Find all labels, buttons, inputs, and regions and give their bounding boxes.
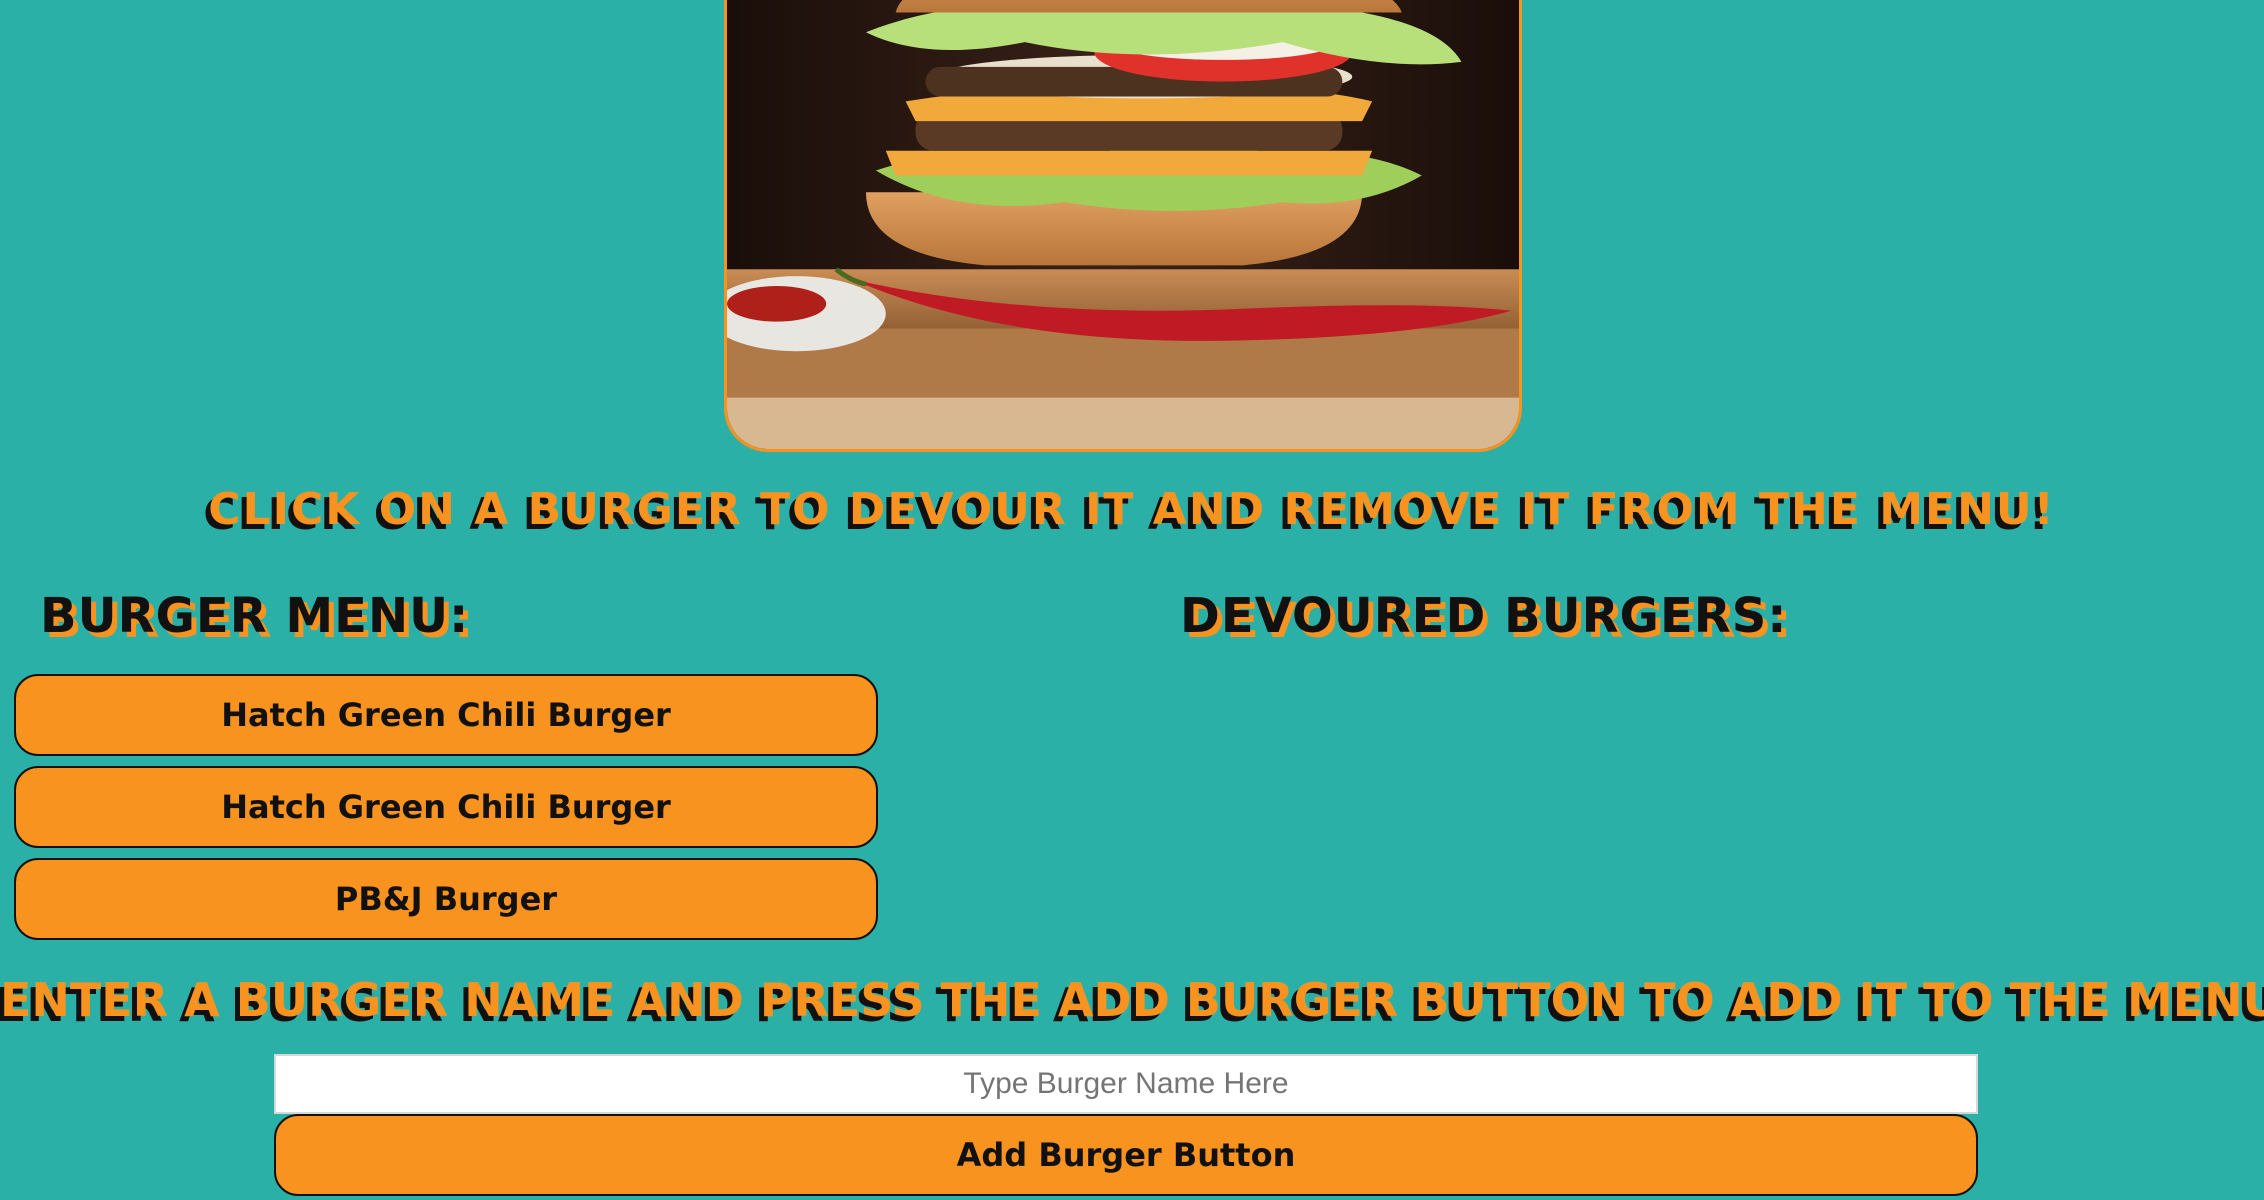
burger-hero-image bbox=[724, 0, 1522, 452]
burger-menu-heading: Burger Menu: bbox=[40, 588, 470, 644]
add-instructions: Enter a burger name and press the add bu… bbox=[0, 973, 2264, 1027]
devoured-burgers-heading: Devoured Burgers: bbox=[1180, 588, 1788, 644]
burger-name-input[interactable] bbox=[274, 1054, 1978, 1114]
burger-menu-list: Hatch Green Chili Burger Hatch Green Chi… bbox=[14, 674, 878, 950]
burger-menu-item[interactable]: Hatch Green Chili Burger bbox=[14, 674, 878, 756]
burger-menu-item[interactable]: Hatch Green Chili Burger bbox=[14, 766, 878, 848]
add-burger-button[interactable]: Add Burger Button bbox=[274, 1114, 1978, 1196]
burger-menu-item[interactable]: PB&J Burger bbox=[14, 858, 878, 940]
devour-instructions: Click on a burger to devour it and remov… bbox=[208, 484, 2056, 535]
